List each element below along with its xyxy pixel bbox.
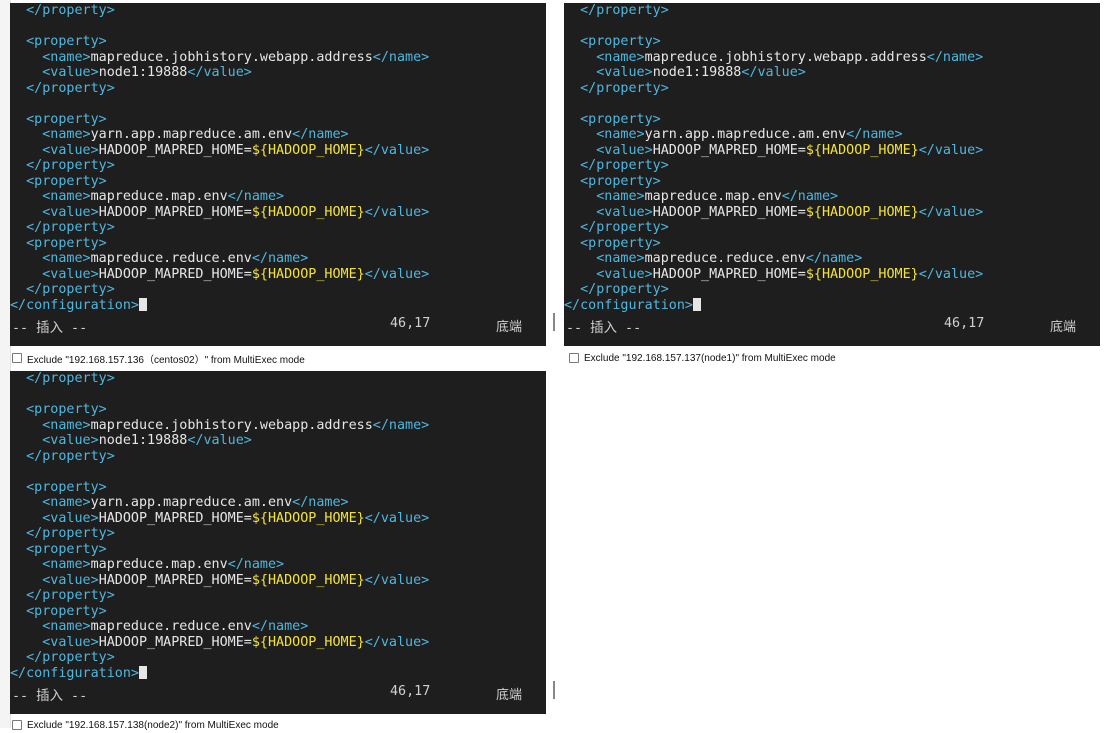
code-line: <property> [26, 235, 107, 251]
vim-status-line: -- 插入 -- 46,17 底端 [10, 313, 546, 336]
exclude-multiexec-centos02[interactable]: Exclude "192.168.157.136（centos02）" from… [12, 350, 305, 366]
code-line: <property> [26, 173, 107, 189]
code-line: <name>yarn.app.mapreduce.am.env</name> [42, 495, 349, 510]
code-line: </property> [26, 526, 115, 541]
code-line: </property> [580, 282, 669, 297]
code-line: <name>mapreduce.reduce.env</name> [596, 251, 863, 266]
code-line: <name>mapreduce.reduce.env</name> [42, 619, 309, 634]
cursor-position: 46,17 [390, 316, 431, 331]
exclude-label: Exclude "192.168.157.137(node1)" from Mu… [584, 352, 836, 364]
code-line: </property> [26, 282, 115, 297]
code-line: <value>node1:19888</value> [42, 433, 252, 448]
code-line: </property> [26, 158, 115, 173]
cursor-position: 46,17 [390, 684, 431, 699]
terminal-pane-node1[interactable]: </property> <property> <name>mapreduce.j… [564, 3, 1100, 346]
code-line: <name>yarn.app.mapreduce.am.env</name> [42, 127, 349, 142]
scroll-position: 底端 [1050, 320, 1077, 335]
scroll-position: 底端 [496, 688, 523, 703]
exclude-checkbox[interactable] [12, 353, 22, 363]
code-line: <value>node1:19888</value> [42, 65, 252, 80]
code-line: </property> [580, 158, 669, 173]
code-line: <property> [580, 235, 661, 251]
exclude-label: Exclude "192.168.157.138(node2)" from Mu… [27, 719, 279, 731]
code-line: </property> [580, 80, 669, 96]
exclude-label: Exclude "192.168.157.136（centos02）" from… [27, 354, 305, 366]
code-line: <name>mapreduce.jobhistory.webapp.addres… [42, 49, 430, 65]
code-line: <property> [26, 111, 107, 127]
vim-status-line: -- 插入 -- 46,17 底端 [10, 681, 546, 704]
code-line: </property> [580, 3, 669, 18]
code-line: <property> [26, 603, 107, 619]
code-line: </property> [580, 220, 669, 235]
code-line: </configuration> [10, 297, 546, 314]
text-cursor [139, 665, 147, 679]
code-line: <property> [26, 541, 107, 557]
terminal-pane-centos02[interactable]: </property> <property> <name>mapreduce.j… [10, 3, 546, 346]
code-line: <name>yarn.app.mapreduce.am.env</name> [596, 127, 903, 142]
code-line: <value>HADOOP_MAPRED_HOME=${HADOOP_HOME}… [596, 142, 984, 158]
exclude-checkbox[interactable] [12, 720, 22, 730]
code-line: </property> [26, 371, 115, 386]
code-line: </property> [26, 448, 115, 464]
code-line: <name>mapreduce.jobhistory.webapp.addres… [42, 417, 430, 433]
vim-buffer[interactable]: </property> <property> <name>mapreduce.j… [10, 3, 546, 313]
vim-mode-indicator: -- 插入 -- [12, 321, 88, 336]
code-line: </property> [26, 3, 115, 18]
code-line: <property> [26, 34, 107, 49]
vim-mode-indicator: -- 插入 -- [566, 321, 642, 336]
exclude-multiexec-node1[interactable]: Exclude "192.168.157.137(node1)" from Mu… [569, 350, 836, 366]
exclude-checkbox[interactable] [569, 353, 579, 363]
exclude-multiexec-node2[interactable]: Exclude "192.168.157.138(node2)" from Mu… [12, 717, 279, 733]
code-line: <property> [580, 34, 661, 49]
pane-splitter[interactable] [553, 681, 555, 699]
code-line: <property> [26, 402, 107, 417]
text-cursor [139, 297, 147, 311]
code-line: <value>HADOOP_MAPRED_HOME=${HADOOP_HOME}… [596, 204, 984, 220]
cursor-position: 46,17 [944, 316, 985, 331]
code-line: <value>HADOOP_MAPRED_HOME=${HADOOP_HOME}… [42, 634, 430, 650]
code-line: <property> [580, 173, 661, 189]
vim-status-line: -- 插入 -- 46,17 底端 [564, 313, 1100, 336]
scroll-position: 底端 [496, 320, 523, 335]
vim-mode-indicator: -- 插入 -- [12, 689, 88, 704]
code-line: <property> [26, 479, 107, 495]
code-line: </property> [26, 220, 115, 235]
code-line: <name>mapreduce.jobhistory.webapp.addres… [596, 49, 984, 65]
code-line: <value>node1:19888</value> [596, 65, 806, 80]
code-line: <value>HADOOP_MAPRED_HOME=${HADOOP_HOME}… [596, 266, 984, 282]
pane-splitter[interactable] [553, 313, 555, 331]
code-line: <value>HADOOP_MAPRED_HOME=${HADOOP_HOME}… [42, 142, 430, 158]
code-line: <name>mapreduce.reduce.env</name> [42, 251, 309, 266]
code-line: </configuration> [10, 665, 546, 682]
code-line: <name>mapreduce.map.env</name> [42, 189, 285, 204]
terminal-pane-node2[interactable]: </property> <property> <name>mapreduce.j… [10, 371, 546, 714]
code-line: <name>mapreduce.map.env</name> [596, 189, 839, 204]
vim-buffer[interactable]: </property> <property> <name>mapreduce.j… [10, 371, 546, 681]
code-line: <value>HADOOP_MAPRED_HOME=${HADOOP_HOME}… [42, 572, 430, 588]
code-line: <name>mapreduce.map.env</name> [42, 557, 285, 572]
code-line: <value>HADOOP_MAPRED_HOME=${HADOOP_HOME}… [42, 510, 430, 526]
code-line: </configuration> [564, 297, 1100, 314]
code-line: </property> [26, 650, 115, 665]
code-line: </property> [26, 588, 115, 603]
code-line: <value>HADOOP_MAPRED_HOME=${HADOOP_HOME}… [42, 266, 430, 282]
vim-buffer[interactable]: </property> <property> <name>mapreduce.j… [564, 3, 1100, 313]
code-line: <value>HADOOP_MAPRED_HOME=${HADOOP_HOME}… [42, 204, 430, 220]
text-cursor [693, 297, 701, 311]
code-line: </property> [26, 80, 115, 96]
code-line: <property> [580, 111, 661, 127]
